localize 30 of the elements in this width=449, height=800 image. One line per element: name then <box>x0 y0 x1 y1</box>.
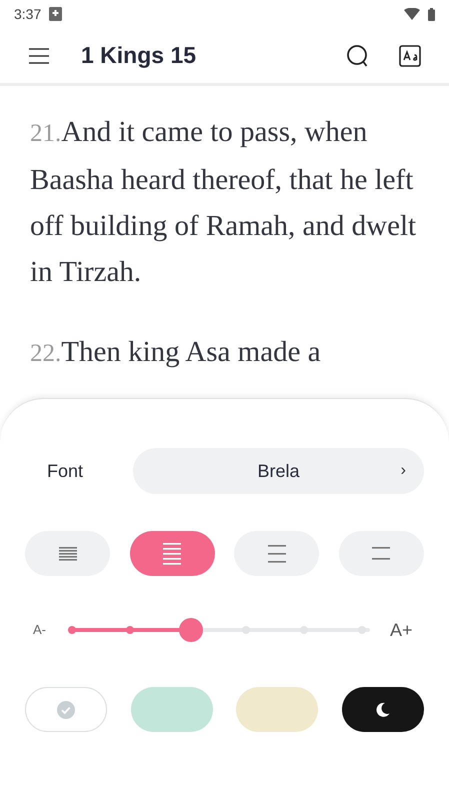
font-settings-icon[interactable] <box>399 44 421 66</box>
theme-option[interactable] <box>342 687 424 732</box>
moon-icon <box>376 702 390 717</box>
line-spacing-icon <box>372 547 390 560</box>
search-icon[interactable] <box>346 44 370 68</box>
status-time: 3:37 <box>14 4 42 24</box>
increase-size-label: A+ <box>390 618 413 642</box>
font-label: Font <box>46 460 84 482</box>
decrease-size-label: A- <box>32 621 47 640</box>
battery-icon <box>428 8 435 20</box>
slider-stop <box>126 626 134 634</box>
app-notification-icon <box>49 7 64 21</box>
line-spacing-option[interactable] <box>25 531 110 576</box>
line-spacing-option[interactable] <box>130 531 215 576</box>
page-title: 1 Kings 15 <box>81 41 196 70</box>
wifi-icon <box>404 8 420 20</box>
line-spacing-icon <box>268 544 286 562</box>
line-spacing-option[interactable] <box>234 531 320 576</box>
font-selector[interactable]: Brela › <box>133 448 424 494</box>
verse-text: 21.And it came to pass, when Baasha heard thereof, that he left off building of Ramah, and dwelt in Tirzah. <box>30 115 418 290</box>
line-spacing-icon <box>163 542 182 564</box>
line-spacing-icon <box>58 546 76 560</box>
slider-thumb[interactable] <box>179 618 204 642</box>
slider-stop <box>358 626 366 634</box>
slider-stop <box>242 626 250 634</box>
menu-icon[interactable] <box>28 48 50 64</box>
check-icon <box>57 700 75 718</box>
verse-text: 22.Then king Asa made a <box>30 335 322 370</box>
slider-stop <box>300 626 308 634</box>
slider-stop <box>68 626 76 634</box>
